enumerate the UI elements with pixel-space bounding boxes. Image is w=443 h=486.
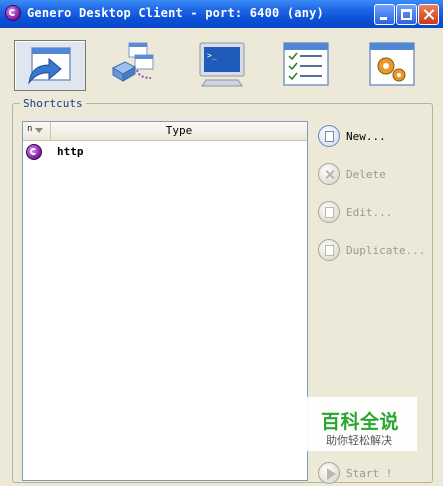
shortcuts-icon [28, 47, 71, 85]
main-window: Genero Desktop Client - port: 6400 (any) [0, 0, 443, 484]
sort-arrow-icon [35, 128, 43, 133]
start-icon [318, 462, 340, 484]
column-header-n[interactable]: n [23, 122, 51, 140]
list-header: n Type [23, 122, 307, 141]
list-icon [283, 42, 329, 86]
toolbar-shortcuts-button[interactable] [14, 40, 86, 91]
edit-icon [318, 201, 340, 223]
start-button[interactable]: Start ! [318, 462, 433, 486]
watermark: 百科全说 助你轻松解决 [307, 397, 417, 451]
watermark-subtitle: 助你轻松解决 [326, 434, 392, 447]
new-button[interactable]: New... [318, 125, 433, 149]
duplicate-icon [318, 239, 340, 261]
title-bar[interactable]: Genero Desktop Client - port: 6400 (any) [0, 0, 443, 28]
column-header-type[interactable]: Type [51, 122, 307, 140]
new-icon [318, 125, 340, 147]
list-item[interactable]: http [25, 143, 305, 161]
edit-button[interactable]: Edit... [318, 201, 433, 225]
genero-icon [26, 144, 42, 160]
watermark-title: 百科全说 [321, 411, 400, 433]
window-title: Genero Desktop Client - port: 6400 (any) [27, 6, 324, 20]
app-icon[interactable] [5, 5, 21, 21]
close-button[interactable] [418, 4, 439, 25]
settings-icon [369, 42, 415, 86]
delete-icon [318, 163, 340, 185]
toolbar-network-button[interactable] [99, 40, 171, 91]
toolbar-list-button[interactable] [271, 40, 343, 91]
maximize-button[interactable] [396, 4, 417, 25]
console-icon: >_ [199, 42, 245, 87]
svg-text:>_: >_ [207, 51, 217, 60]
list-item-type: http [57, 145, 84, 158]
delete-button[interactable]: Delete [318, 163, 433, 187]
toolbar-settings-button[interactable] [358, 40, 430, 91]
toolbar-console-button[interactable]: >_ [186, 40, 258, 91]
group-label: Shortcuts [20, 97, 86, 110]
minimize-button[interactable] [374, 4, 395, 25]
duplicate-button[interactable]: Duplicate... [318, 239, 433, 263]
network-icon [111, 42, 154, 82]
shortcuts-list[interactable]: n Type http [22, 121, 308, 481]
